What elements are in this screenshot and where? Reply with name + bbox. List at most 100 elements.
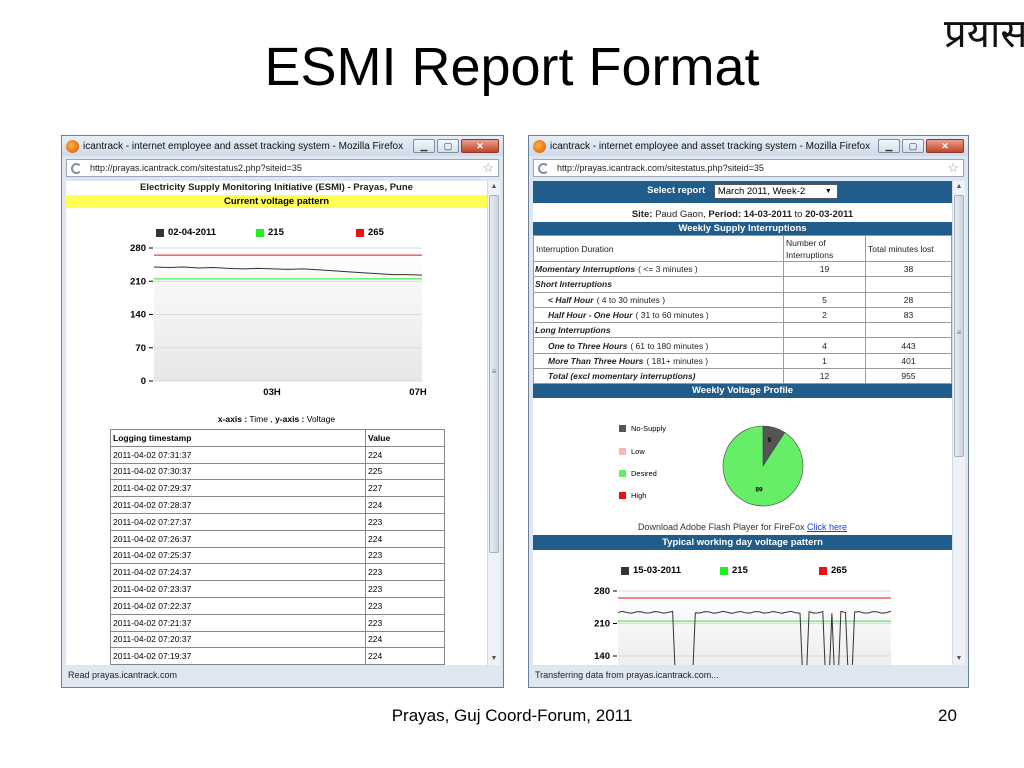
plot-background [618,591,891,665]
scroll-up-arrow[interactable]: ▲ [953,181,965,193]
interruptions-table: Interruption Duration Number of Interrup… [533,235,952,385]
header-duration: Interruption Duration [533,235,784,262]
value-cell: 223 [365,563,445,582]
page-subheading: Current voltage pattern [66,195,487,208]
bookmark-star-icon[interactable]: ☆ [947,160,959,176]
x-axis-caption-label: x-axis : [217,414,248,424]
x-tick-label: 03H [263,387,281,398]
left-browser-window: icantrack - internet employee and asset … [61,135,504,688]
pie-slice [722,425,804,507]
slide: ESMI Report Format प्रयास icantrack - in… [0,0,1024,768]
legend-date: 15-03-2011 [621,565,681,576]
status-bar: Read prayas.icantrack.com [64,667,501,684]
weekly-voltage-title: Weekly Voltage Profile [533,384,952,399]
pie-swatch [619,425,626,432]
duration-cell: More Than Three Hours( 181+ minutes ) [533,352,784,370]
table-row: 2011-04-02 07:25:37 223 [110,546,445,565]
bookmark-star-icon[interactable]: ☆ [482,160,494,176]
period-label: Period: [708,209,742,220]
scroll-up-arrow[interactable]: ▲ [488,181,500,193]
y-tick-label: 210 [594,619,610,630]
y-axis-caption-label: y-axis : [275,414,305,424]
reload-icon[interactable] [71,162,82,174]
right-scrollbar[interactable]: ▲ ≡ ▼ [952,181,965,665]
left-scrollbar[interactable]: ▲ ≡ ▼ [487,181,500,665]
scroll-grip: ≡ [956,328,962,337]
timestamp-cell: 2011-04-02 07:22:37 [110,596,366,615]
value-cell: 223 [365,546,445,565]
scroll-grip: ≡ [491,367,497,376]
pie-swatch [619,470,626,477]
value-cell: 224 [365,445,445,464]
scroll-down-arrow[interactable]: ▼ [953,653,965,665]
legend-215: 215 [256,227,284,238]
legend-swatch-green [256,228,264,237]
select-report-label: Select report [647,185,706,196]
timestamp-cell: 2011-04-02 07:25:37 [110,546,366,565]
duration-name: < Half Hour [548,294,594,305]
value-cell: 227 [365,479,445,498]
close-button[interactable]: ✕ [461,139,499,153]
click-here-link[interactable]: Click here [807,522,847,532]
duration-cell: Long Interruptions [533,322,784,339]
url-text: http://prayas.icantrack.com/sitestatus2.… [90,163,302,173]
legend-swatch-green [720,566,728,575]
reload-icon[interactable] [538,162,549,174]
duration-name: Long Interruptions [535,325,611,336]
table-row: More Than Three Hours( 181+ minutes ) 1 40… [533,352,952,370]
minimize-button[interactable]: ▁ [413,139,435,153]
address-bar[interactable]: http://prayas.icantrack.com/sitestatus2.… [66,159,499,177]
close-button[interactable]: ✕ [926,139,964,153]
left-page-content: Electricity Supply Monitoring Initiative… [66,181,487,665]
page-number: 20 [938,706,957,725]
legend-215-label: 215 [732,565,748,576]
value-cell: 223 [365,613,445,632]
header-count: Number of Interruptions [783,235,866,262]
table-row: 2011-04-02 07:30:37 225 [110,462,445,481]
duration-cell: Half Hour - One Hour( 31 to 60 minutes ) [533,306,784,324]
legend-swatch-red [819,566,827,575]
caption-separator: , [270,414,273,424]
window-title: icantrack - internet employee and asset … [550,140,871,152]
pie-legend-label: High [631,491,647,500]
timestamp-cell: 2011-04-02 07:28:37 [110,496,366,514]
duration-name: Total (excl momentary interruptions) [548,371,696,382]
pie-legend-low: Low [619,447,645,456]
legend-215: 215 [720,565,748,576]
pie-legend-label: Low [631,447,645,456]
chevron-down-icon: ▼ [824,188,832,195]
right-titlebar[interactable]: icantrack - internet employee and asset … [529,136,968,156]
duration-name: One to Three Hours [548,340,628,351]
left-titlebar[interactable]: icantrack - internet employee and asset … [62,136,503,156]
minutes-cell [865,276,952,293]
address-bar[interactable]: http://prayas.icantrack.com/sitestatus.p… [533,159,964,177]
timestamp-cell: 2011-04-02 07:30:37 [110,462,366,481]
legend-215-label: 215 [268,227,284,238]
minimize-button[interactable]: ▁ [878,139,900,153]
duration-range: ( 31 to 60 minutes ) [635,310,709,321]
table-row: Short Interruptions [533,276,952,293]
legend-date-label: 02-04-2011 [168,227,217,238]
url-text: http://prayas.icantrack.com/sitestatus.p… [557,163,764,173]
scroll-down-arrow[interactable]: ▼ [488,653,500,665]
duration-name: More Than Three Hours [548,355,644,366]
axis-caption: x-axis : Time , y-axis : Voltage [66,414,487,424]
timestamp-cell: 2011-04-02 07:26:37 [110,529,366,548]
flash-player-note: Download Adobe Flash Player for FireFox … [533,522,952,532]
pie-legend-nosupply: No-Supply [619,424,666,433]
pie-legend-label: No-Supply [631,424,667,433]
table-row: < Half Hour( 4 to 30 minutes ) 5 28 [533,291,952,308]
right-browser-window: icantrack - internet employee and asset … [528,135,969,688]
table-row: 2011-04-02 07:31:37 224 [110,445,445,464]
count-cell: 19 [783,260,866,278]
x-axis-caption-value: Time [249,414,268,424]
y-tick-label: 140 [594,651,610,662]
duration-name: Half Hour - One Hour [548,310,633,321]
maximize-button[interactable]: ▢ [437,139,459,153]
scroll-thumb[interactable] [954,195,964,457]
report-select[interactable]: March 2011, Week-2 ▼ [713,184,838,199]
timestamp-cell: 2011-04-02 07:20:37 [110,630,366,649]
duration-cell: Total (excl momentary interruptions) [533,368,784,385]
maximize-button[interactable]: ▢ [902,139,924,153]
table-row: 2011-04-02 07:27:37 223 [110,512,445,531]
